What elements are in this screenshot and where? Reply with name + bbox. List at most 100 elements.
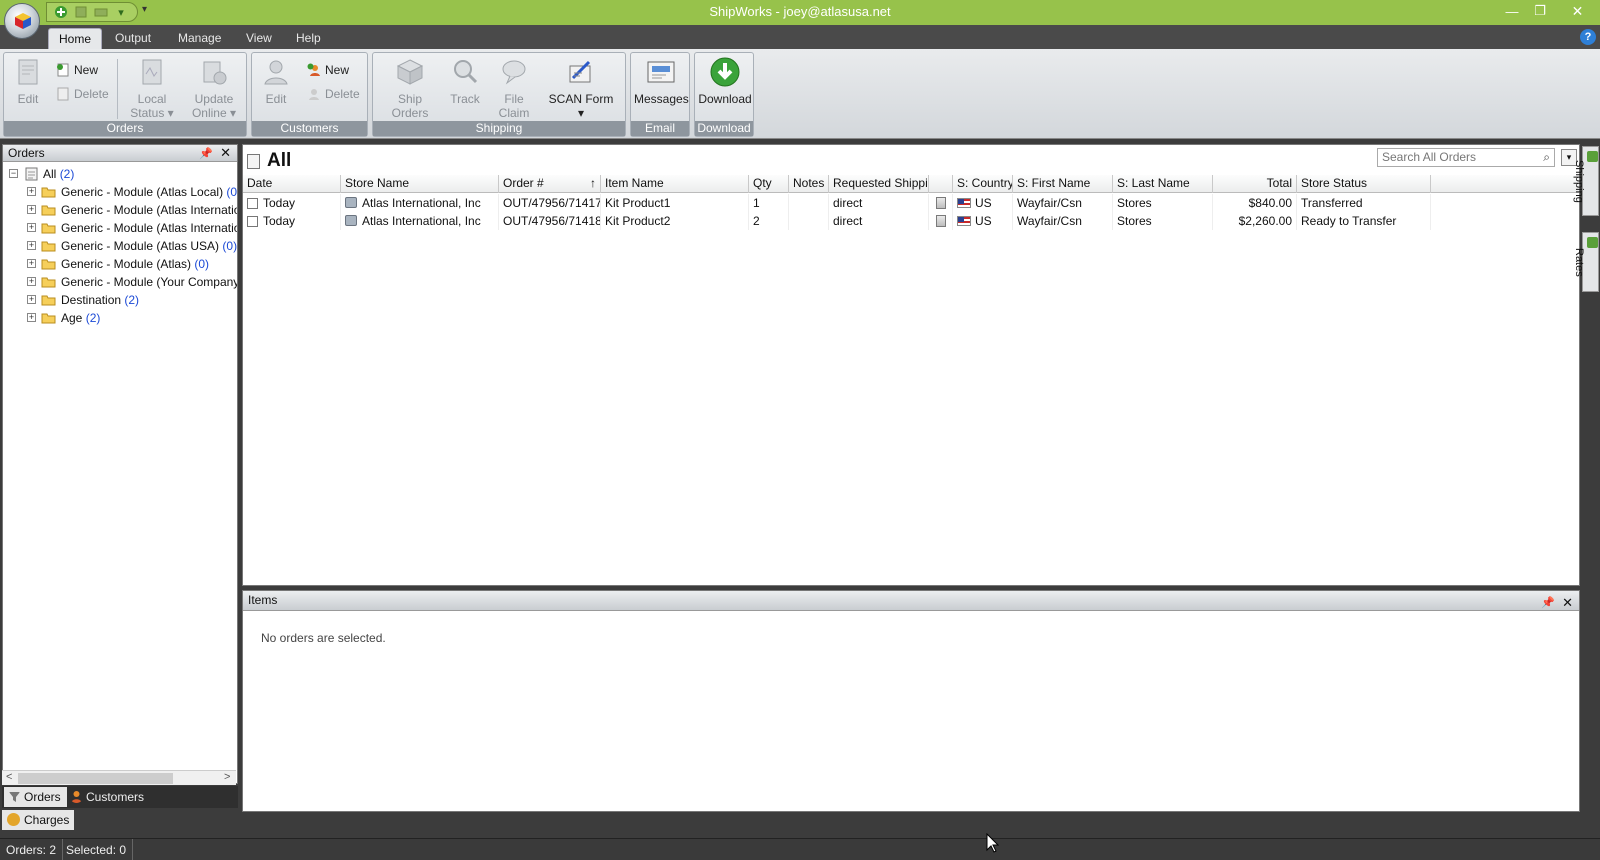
us-flag-icon (957, 198, 971, 208)
expand-icon[interactable]: + (27, 277, 36, 286)
orders-edit-button[interactable]: Edit (10, 56, 46, 106)
cell-qty: 1 (749, 194, 789, 212)
update-online-icon (203, 61, 227, 85)
column-header-total[interactable]: Total (1213, 175, 1297, 193)
customers-icon (71, 791, 82, 803)
expand-icon[interactable]: + (27, 259, 36, 268)
ribbon-group-download-label: Download (695, 121, 753, 136)
search-input[interactable]: Search All Orders ⌕ (1377, 148, 1555, 167)
scan-form-icon (569, 60, 591, 83)
ribbon-group-orders-label: Orders (4, 121, 246, 136)
local-status-label-2: Status ▾ (130, 106, 174, 120)
store-icon (345, 215, 357, 226)
messages-button[interactable]: Messages (634, 56, 689, 106)
table-row[interactable]: Today Atlas International, Inc OUT/47956… (243, 212, 1579, 230)
ribbon-separator (117, 59, 118, 119)
scan-form-button[interactable]: SCAN Form ▾ (545, 56, 617, 120)
tree-count: (0) (194, 257, 210, 271)
folder-icon (41, 223, 56, 234)
pin-icon[interactable]: 📌 (199, 146, 213, 162)
column-header-requested-shipping[interactable]: Requested Shipping (829, 175, 929, 193)
expand-icon[interactable]: + (27, 205, 36, 214)
row-checkbox[interactable] (247, 198, 258, 209)
folder-icon (41, 187, 56, 198)
search-icon[interactable]: ⌕ (1543, 149, 1550, 166)
folder-icon (41, 259, 56, 270)
local-status-button[interactable]: Local Status ▾ (126, 56, 178, 120)
local-status-icon (142, 59, 162, 85)
folder-icon (41, 205, 56, 216)
column-header-store-status[interactable]: Store Status (1297, 175, 1431, 193)
tree-label: Generic - Module (Atlas Internationa (61, 221, 237, 235)
cell-ship-first-name: Wayfair/Csn (1013, 194, 1113, 212)
column-header-ship-last-name[interactable]: S: Last Name (1113, 175, 1213, 193)
collapse-icon[interactable]: − (9, 169, 18, 178)
grid-title: All (247, 149, 291, 173)
scrollbar-thumb[interactable] (18, 773, 173, 784)
cell-store-name: Atlas International, Inc (341, 194, 499, 212)
scroll-left-icon[interactable]: < (6, 771, 12, 783)
customers-edit-button[interactable]: Edit (258, 56, 294, 106)
panel-nav-tabs: Orders Customers (2, 786, 238, 808)
customers-new-button[interactable]: New (307, 61, 349, 79)
close-icon[interactable]: ✕ (1562, 593, 1573, 612)
nav-tab-charges[interactable]: Charges (2, 810, 74, 830)
messages-label: Messages (634, 92, 689, 106)
folder-icon (41, 313, 56, 324)
nav-tab-orders[interactable]: Orders (4, 787, 67, 807)
nav-tab-customers[interactable]: Customers (66, 787, 150, 807)
pin-icon[interactable]: 📌 (1541, 594, 1555, 613)
tab-output[interactable]: Output (105, 28, 161, 49)
cell-ship-country: US (953, 212, 1013, 230)
track-button[interactable]: Track (445, 56, 485, 106)
help-icon[interactable]: ? (1580, 29, 1596, 45)
cell-ship-country-text: US (975, 214, 992, 228)
ship-orders-button[interactable]: Ship Orders (379, 56, 441, 120)
column-header-ship-first-name[interactable]: S: First Name (1013, 175, 1113, 193)
application-menu-button[interactable] (4, 3, 40, 39)
tab-view[interactable]: View (236, 28, 282, 49)
table-row[interactable]: Today Atlas International, Inc OUT/47956… (243, 194, 1579, 212)
download-button[interactable]: Download (698, 56, 752, 106)
tree-count: (2) (59, 167, 75, 181)
column-header-ship-country[interactable]: S: Country (953, 175, 1013, 193)
orders-tree-scrollbar[interactable]: < > (2, 770, 236, 785)
minimize-button[interactable]: — (1498, 0, 1526, 22)
tab-home[interactable]: Home (48, 28, 103, 49)
column-header-shipment-status[interactable] (929, 175, 953, 193)
expand-icon[interactable]: + (27, 295, 36, 304)
cell-ship-last-name: Stores (1113, 212, 1213, 230)
column-header-store-name[interactable]: Store Name (341, 175, 499, 193)
cell-order-number: OUT/47956/71418 (499, 212, 601, 230)
column-header-date[interactable]: Date (243, 175, 341, 193)
folder-icon (41, 277, 56, 288)
expand-icon[interactable]: + (27, 241, 36, 250)
column-header-notes[interactable]: Notes (789, 175, 829, 193)
column-header-item-name[interactable]: Item Name (601, 175, 749, 193)
close-icon[interactable]: ✕ (220, 145, 231, 161)
file-claim-button[interactable]: File Claim (489, 56, 539, 120)
row-checkbox[interactable] (247, 216, 258, 227)
ship-orders-icon (396, 59, 424, 85)
tab-help[interactable]: Help (286, 28, 331, 49)
column-header-order-number[interactable]: Order # ↑ (499, 175, 601, 193)
side-tab-rates[interactable]: Rates (1573, 232, 1599, 292)
orders-delete-button[interactable]: Delete (56, 85, 109, 103)
expand-icon[interactable]: + (27, 187, 36, 196)
orders-new-button[interactable]: New (56, 61, 98, 79)
grid-title-text: All (267, 150, 292, 171)
side-tab-shipping[interactable]: Shipping (1573, 146, 1599, 216)
expand-icon[interactable]: + (27, 223, 36, 232)
tab-manage[interactable]: Manage (168, 28, 231, 49)
expand-icon[interactable]: + (27, 313, 36, 322)
scroll-right-icon[interactable]: > (224, 771, 230, 783)
column-header-qty[interactable]: Qty (749, 175, 789, 193)
close-button[interactable]: ✕ (1555, 0, 1600, 22)
cell-notes (789, 194, 829, 212)
update-online-button[interactable]: Update Online ▾ (188, 56, 240, 120)
delete-customer-icon (309, 89, 319, 100)
maximize-button[interactable]: ❐ (1526, 0, 1554, 22)
customers-delete-button[interactable]: Delete (307, 85, 360, 103)
tree-label: Generic - Module (Your Company) (61, 275, 237, 289)
new-customer-icon (307, 63, 320, 76)
